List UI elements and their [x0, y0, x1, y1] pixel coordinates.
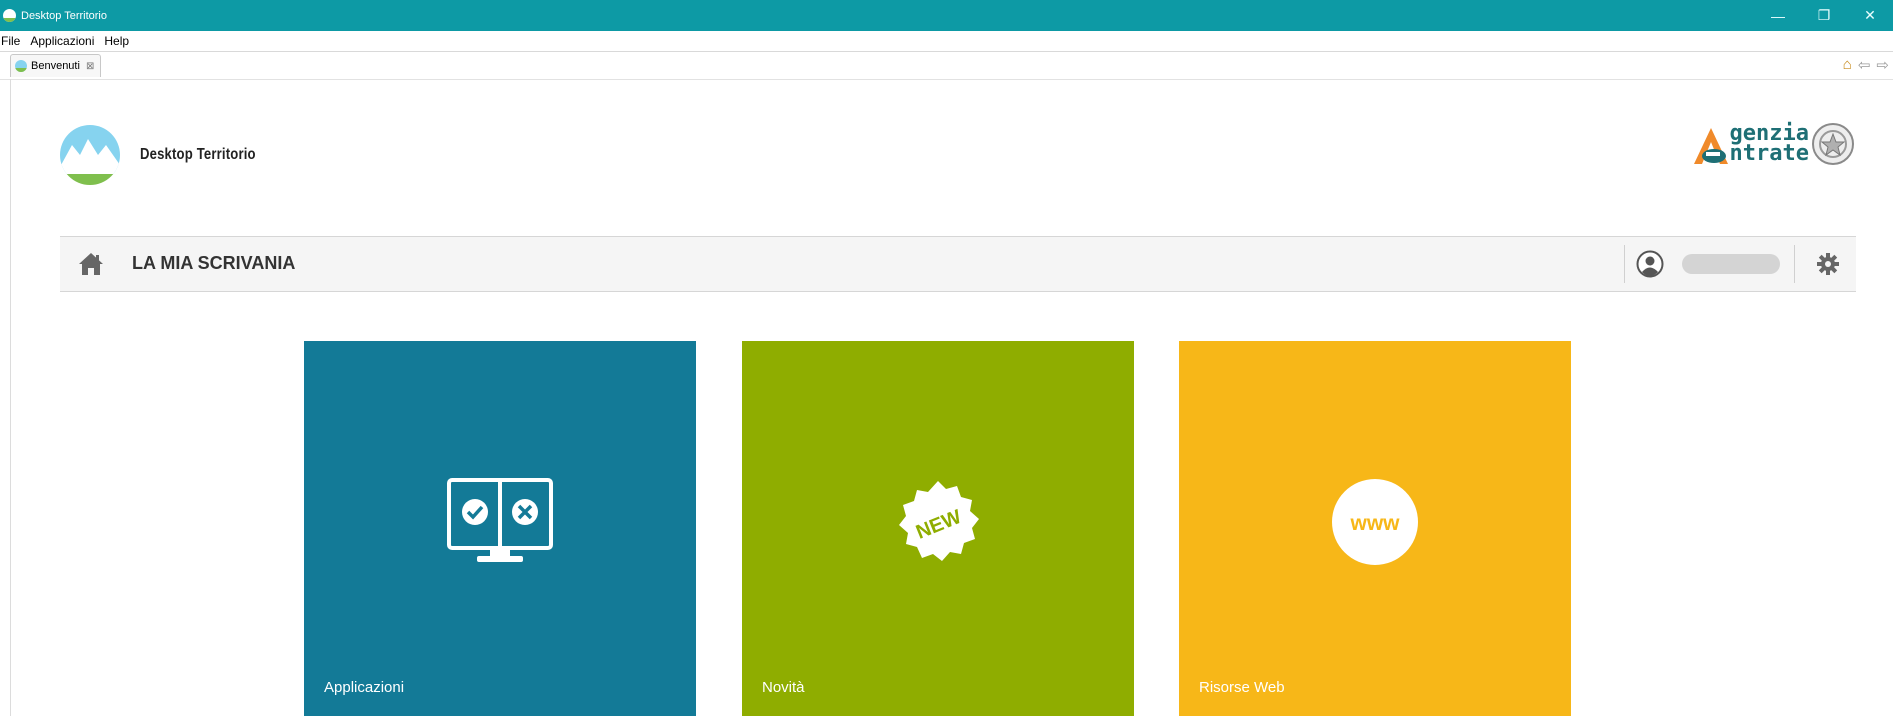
republic-emblem-icon — [1812, 123, 1854, 165]
window-title: Desktop Territorio — [21, 9, 107, 22]
tile-risorse-web[interactable]: www Risorse Web — [1179, 341, 1571, 716]
content-frame-border — [10, 79, 11, 716]
tile-label-novita: Novità — [762, 679, 805, 696]
back-arrow-icon[interactable]: ⇦ — [1858, 56, 1871, 74]
app-icon — [3, 9, 16, 22]
toolbar-divider — [1624, 245, 1625, 283]
browser-nav: ⌂ ⇦ ⇨ — [1843, 56, 1889, 74]
user-icon[interactable] — [1636, 250, 1664, 278]
www-text: www — [1349, 512, 1400, 535]
agenzia-a-icon — [1693, 128, 1728, 164]
tile-applicazioni[interactable]: Applicazioni — [304, 341, 696, 716]
close-icon[interactable]: ✕ — [1847, 0, 1893, 31]
agenzia-entrate-wordmark: genzia ntrate — [1693, 123, 1809, 165]
agenzia-entrate-logo: genzia ntrate — [1693, 122, 1855, 166]
menu-file[interactable]: File — [0, 34, 25, 48]
tab-benvenuti[interactable]: Benvenuti ⊠ — [10, 54, 102, 77]
home-nav-icon[interactable]: ⌂ — [1843, 56, 1852, 74]
desk-toolbar: LA MIA SCRIVANIA — [60, 236, 1856, 292]
app-logo-area: Desktop Territorio — [60, 125, 281, 185]
tile-label-applicazioni: Applicazioni — [324, 679, 405, 696]
www-icon: www — [1332, 479, 1418, 565]
desktop-territorio-logo — [60, 125, 120, 185]
window-controls: — ❐ ✕ — [1755, 0, 1893, 31]
tab-label: Benvenuti — [31, 60, 80, 72]
home-icon[interactable] — [78, 252, 104, 276]
monitor-check-cross-icon — [447, 478, 553, 562]
tile-label-risorse-web: Risorse Web — [1199, 679, 1285, 696]
tab-app-icon — [15, 60, 27, 72]
tile-novita[interactable]: NEW Novità — [742, 341, 1134, 716]
gear-icon[interactable] — [1816, 252, 1840, 276]
menu-help[interactable]: Help — [103, 34, 134, 48]
tab-bar: Benvenuti ⊠ ⌂ ⇦ ⇨ — [0, 51, 1893, 80]
forward-arrow-icon[interactable]: ⇨ — [1876, 56, 1889, 74]
toolbar-divider — [1794, 245, 1795, 283]
app-name: Desktop Territorio — [140, 146, 256, 163]
new-badge-icon: NEW — [899, 481, 979, 561]
page-title: LA MIA SCRIVANIA — [132, 253, 296, 273]
tab-close-icon[interactable]: ⊠ — [86, 61, 94, 72]
window-titlebar: Desktop Territorio — ❐ ✕ — [0, 0, 1893, 31]
user-name-field — [1682, 254, 1780, 274]
minimize-icon[interactable]: — — [1755, 0, 1801, 31]
menu-applicazioni[interactable]: Applicazioni — [29, 34, 99, 48]
restore-icon[interactable]: ❐ — [1801, 0, 1847, 31]
menu-bar: File Applicazioni Help — [0, 31, 1893, 50]
